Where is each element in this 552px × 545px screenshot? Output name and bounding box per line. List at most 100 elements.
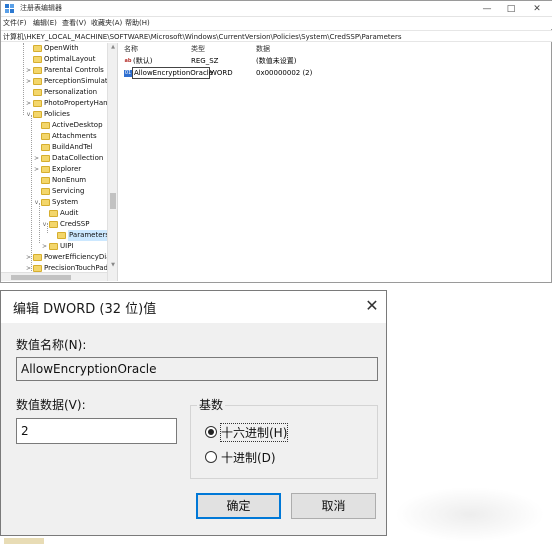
registry-editor-window: 注册表编辑器 — □ ✕ 文件(F) 编辑(E) 查看(V) 收藏夹(A) 帮助… — [0, 0, 552, 283]
dec-radio-label[interactable]: 十进制(D) — [221, 449, 276, 466]
folder-icon — [41, 199, 50, 206]
tree-item-label: CredSSP — [60, 220, 90, 228]
folder-icon — [41, 133, 50, 140]
minimize-button[interactable]: — — [475, 1, 499, 17]
folder-icon — [49, 221, 58, 228]
folder-icon — [49, 210, 58, 217]
maximize-button[interactable]: □ — [499, 1, 523, 17]
tree-item-label: UIPI — [60, 242, 74, 250]
column-header-type[interactable]: 类型 — [191, 44, 205, 54]
tree-item-label: OptimalLayout — [44, 55, 96, 63]
folder-icon — [33, 89, 42, 96]
expander-icon[interactable]: > — [33, 153, 40, 164]
tree-item-label: Personalization — [44, 88, 98, 96]
expander-icon[interactable]: > — [33, 164, 40, 175]
folder-icon — [41, 166, 50, 173]
tree-item-label: ActiveDesktop — [52, 121, 103, 129]
expander-icon[interactable]: v — [41, 219, 48, 230]
menu-view[interactable]: 查看(V) — [62, 18, 86, 28]
value-data-label: 数值数据(V): — [16, 398, 86, 412]
dialog-close-button[interactable]: ✕ — [357, 293, 387, 319]
expander-icon[interactable]: > — [25, 98, 32, 109]
tree-item-label: Parental Controls — [44, 66, 104, 74]
edit-dword-dialog: 编辑 DWORD (32 位)值 ✕ 数值名称(N): AllowEncrypt… — [0, 290, 387, 536]
value-type: WORD — [210, 69, 233, 77]
scrollbar-thumb[interactable] — [11, 275, 71, 280]
folder-icon — [41, 144, 50, 151]
scrollbar-thumb[interactable] — [110, 193, 116, 209]
expander-icon[interactable]: v — [25, 109, 32, 120]
value-name: (默认) — [133, 57, 153, 65]
registry-editor-app-icon — [5, 4, 14, 13]
menu-favorites[interactable]: 收藏夹(A) — [91, 18, 122, 28]
folder-icon — [33, 56, 42, 63]
tree-horizontal-scrollbar[interactable] — [1, 272, 107, 281]
tree-item-label: Attachments — [52, 132, 97, 140]
tree-item-label: Parameters — [68, 230, 111, 241]
base-group-label: 基数 — [197, 396, 226, 413]
value-data: (数值未设置) — [256, 57, 297, 65]
tree-vertical-scrollbar[interactable]: ▲ ▼ — [107, 43, 117, 281]
folder-icon — [41, 177, 50, 184]
hex-radio[interactable] — [205, 426, 217, 438]
address-path[interactable]: 计算机\HKEY_LOCAL_MACHINE\SOFTWARE\Microsof… — [3, 32, 402, 42]
tree-connector — [31, 115, 32, 275]
tree-item-label: Audit — [60, 209, 79, 217]
background-tile — [4, 538, 44, 544]
dword-value-icon: 01 — [124, 70, 132, 77]
tree-item-label: OpenWith — [44, 44, 79, 52]
tree-item-label: PhotoPropertyHandl — [44, 99, 114, 107]
column-header-data[interactable]: 数据 — [256, 44, 270, 54]
tree-item-label: Policies — [44, 110, 70, 118]
watermark — [395, 487, 545, 542]
scroll-up-icon[interactable]: ▲ — [108, 44, 117, 50]
folder-icon — [33, 78, 42, 85]
value-name-field: AllowEncryptionOracle — [16, 357, 378, 381]
values-pane[interactable]: 名称 类型 数据 ab (默认) REG_SZ (数值未设置) 01 WORD … — [119, 43, 551, 281]
expander-icon[interactable]: > — [25, 252, 32, 263]
expander-icon[interactable]: v — [33, 197, 40, 208]
address-bar[interactable]: 计算机\HKEY_LOCAL_MACHINE\SOFTWARE\Microsof… — [1, 30, 552, 42]
menu-file[interactable]: 文件(F) — [3, 18, 27, 28]
ok-button[interactable]: 确定 — [196, 493, 281, 519]
folder-icon — [33, 265, 42, 272]
scroll-down-icon[interactable]: ▼ — [108, 262, 117, 268]
tree-item-label: System — [52, 198, 79, 206]
string-value-icon: ab — [124, 58, 132, 64]
base-groupbox — [190, 405, 378, 479]
folder-icon — [33, 67, 42, 74]
folder-icon — [33, 111, 42, 118]
dec-radio[interactable] — [205, 451, 217, 463]
menu-bar: 文件(F) 编辑(E) 查看(V) 收藏夹(A) 帮助(H) — [1, 17, 552, 29]
expander-icon[interactable]: > — [41, 241, 48, 252]
key-tree-pane[interactable]: OpenWith OptimalLayout > Parental Control… — [1, 43, 118, 281]
menu-edit[interactable]: 编辑(E) — [33, 18, 57, 28]
tree-item-label: NonEnum — [52, 176, 87, 184]
close-button[interactable]: ✕ — [525, 1, 549, 17]
expander-icon[interactable]: > — [25, 76, 32, 87]
tree-item-label: DataCollection — [52, 154, 104, 162]
value-data: 0x00000002 (2) — [256, 69, 313, 77]
tree-item-label: BuildAndTel — [52, 143, 93, 151]
value-row-allowencryptionoracle[interactable]: 01 WORD AllowEncryptionOracle 0x00000002… — [119, 67, 419, 79]
folder-icon — [41, 188, 50, 195]
background-window-strip — [0, 536, 396, 545]
title-bar[interactable]: 注册表编辑器 — □ ✕ — [1, 1, 552, 17]
value-data-input[interactable]: 2 — [16, 418, 177, 444]
tree-item-label: PerceptionSimulatio — [44, 77, 114, 85]
folder-icon — [33, 100, 42, 107]
value-row-default[interactable]: ab (默认) REG_SZ (数值未设置) — [119, 56, 419, 67]
folder-icon — [33, 254, 42, 261]
menu-help[interactable]: 帮助(H) — [125, 18, 150, 28]
expander-icon[interactable]: > — [25, 65, 32, 76]
hex-radio-label[interactable]: 十六进制(H) — [219, 423, 289, 442]
value-type: REG_SZ — [191, 57, 219, 65]
dialog-title: 编辑 DWORD (32 位)值 — [13, 302, 157, 317]
cancel-button[interactable]: 取消 — [291, 493, 376, 519]
folder-icon — [33, 45, 42, 52]
rename-field[interactable]: AllowEncryptionOracle — [132, 67, 213, 79]
column-header-name[interactable]: 名称 — [124, 44, 138, 54]
tree-connector — [23, 43, 24, 115]
folder-icon — [57, 232, 66, 239]
folder-icon — [41, 155, 50, 162]
